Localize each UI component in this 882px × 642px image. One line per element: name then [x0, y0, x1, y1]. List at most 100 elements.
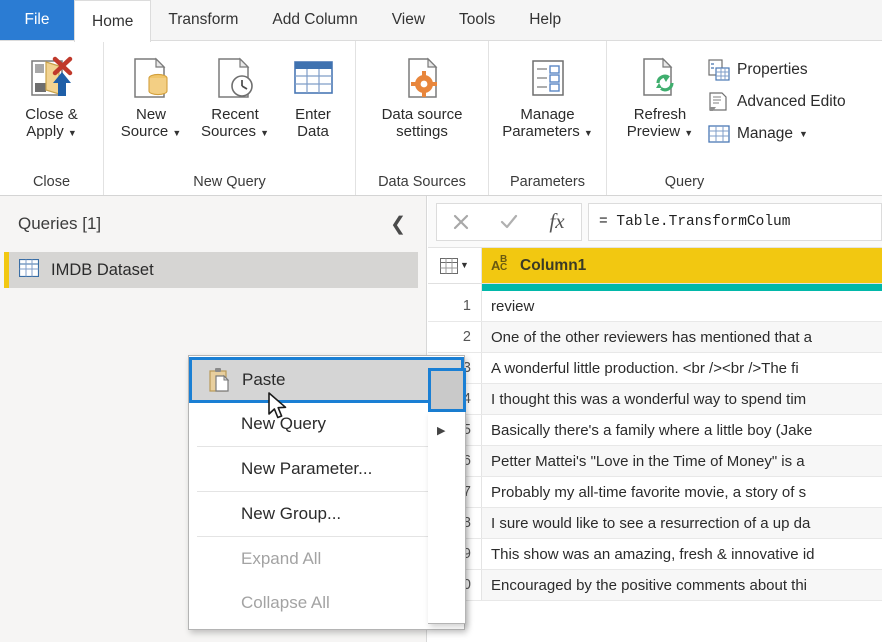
select-all-columns-button[interactable]: ▼: [428, 248, 482, 283]
data-source-settings-button[interactable]: Data source settings: [362, 48, 482, 140]
ribbon-tab-strip: File Home Transform Add Column View Tool…: [0, 0, 882, 42]
advanced-editor-icon: [707, 90, 731, 114]
recent-sources-icon: [213, 52, 257, 104]
ribbon-group-data-sources-label: Data Sources: [378, 174, 466, 190]
new-source-icon: [129, 52, 173, 104]
power-query-editor-window: File Home Transform Add Column View Tool…: [0, 0, 882, 642]
chevron-down-icon[interactable]: ▼: [684, 128, 693, 138]
accept-formula-button[interactable]: [485, 204, 533, 240]
row-cell-column1[interactable]: Encouraged by the positive comments abou…: [482, 570, 882, 600]
fx-icon: fx: [549, 209, 565, 233]
table-row[interactable]: 5 Basically there's a family where a lit…: [428, 415, 882, 446]
context-menu-item-collapse-all: Collapse All: [189, 581, 464, 625]
advanced-editor-label: Advanced Edito: [737, 93, 846, 110]
context-menu-item-new-group[interactable]: New Group...: [189, 492, 464, 536]
data-grid: ▼ ABC Column1 1 review 2 One of the othe…: [428, 248, 882, 601]
queries-title: Queries [1]: [18, 214, 102, 233]
row-cell-column1[interactable]: Basically there's a family where a littl…: [482, 415, 882, 445]
formula-bar: fx = Table.TransformColum: [428, 196, 882, 248]
tab-help[interactable]: Help: [512, 0, 578, 40]
ribbon-group-new-query: New Source ▼ Recent Sources ▼ Enter Data…: [104, 41, 356, 195]
tab-home[interactable]: Home: [74, 0, 152, 42]
column-header-label: Column1: [520, 256, 587, 274]
tab-transform[interactable]: Transform: [151, 0, 255, 40]
tab-tools[interactable]: Tools: [442, 0, 512, 40]
tab-transform-label: Transform: [168, 11, 239, 28]
manage-button[interactable]: Manage ▼: [703, 118, 850, 150]
row-cell-column1[interactable]: Probably my all-time favorite movie, a s…: [482, 477, 882, 507]
tab-add-column[interactable]: Add Column: [255, 0, 374, 40]
chevron-down-icon[interactable]: ▼: [260, 128, 269, 138]
chevron-down-icon[interactable]: ▼: [799, 129, 808, 139]
tab-view[interactable]: View: [375, 0, 442, 40]
enter-data-label-1: Enter: [295, 106, 331, 123]
enter-data-button[interactable]: Enter Data: [278, 48, 348, 140]
manage-label: Manage: [737, 125, 794, 142]
tab-home-label: Home: [92, 12, 134, 30]
chevron-down-icon[interactable]: ▼: [172, 128, 181, 138]
ribbon-group-close-label: Close: [32, 174, 71, 190]
ribbon-group-close: Close & Apply ▼ Close: [0, 41, 104, 195]
tab-file[interactable]: File: [0, 0, 74, 40]
table-row[interactable]: 3 A wonderful little production. <br /><…: [428, 353, 882, 384]
formula-input[interactable]: = Table.TransformColum: [588, 202, 882, 241]
check-icon: [500, 214, 518, 228]
row-cell-column1[interactable]: I thought this was a wonderful way to sp…: [482, 384, 882, 414]
ribbon-group-query-label: Query: [664, 174, 705, 190]
table-row[interactable]: 7 Probably my all-time favorite movie, a…: [428, 477, 882, 508]
new-source-label-2: Source: [120, 123, 169, 140]
manage-parameters-button[interactable]: Manage Parameters ▼: [495, 48, 600, 140]
new-source-button[interactable]: New Source ▼: [110, 48, 192, 140]
properties-button[interactable]: Properties: [703, 54, 850, 86]
table-row[interactable]: 4 I thought this was a wonderful way to …: [428, 384, 882, 415]
row-number: 1: [428, 291, 482, 321]
row-cell-column1[interactable]: One of the other reviewers has mentioned…: [482, 322, 882, 352]
table-row[interactable]: 10 Encouraged by the positive comments a…: [428, 570, 882, 601]
row-cell-column1[interactable]: review: [482, 291, 882, 321]
table-icon: [18, 258, 40, 282]
tab-file-label: File: [24, 11, 50, 28]
table-row[interactable]: 6 Petter Mattei's "Love in the Time of M…: [428, 446, 882, 477]
data-source-settings-label-2: settings: [396, 123, 448, 140]
context-menu-item-new-parameter[interactable]: New Parameter...: [189, 447, 464, 491]
row-cell-column1[interactable]: This show was an amazing, fresh & innova…: [482, 539, 882, 569]
close-and-apply-button[interactable]: Close & Apply ▼: [6, 48, 97, 140]
tab-add-column-label: Add Column: [272, 11, 358, 28]
close-icon: [453, 214, 469, 229]
mouse-cursor: [268, 392, 290, 427]
query-list-item-imdb-dataset[interactable]: IMDB Dataset: [4, 252, 418, 288]
chevron-down-icon[interactable]: ▼: [68, 128, 77, 138]
context-menu-edge-body: [428, 412, 466, 624]
recent-sources-label-1: Recent: [211, 106, 259, 123]
refresh-preview-button[interactable]: Refresh Preview ▼: [617, 48, 703, 140]
data-source-settings-icon: [399, 52, 445, 104]
manage-icon: [707, 122, 731, 146]
advanced-editor-button[interactable]: Advanced Edito: [703, 86, 850, 118]
context-menu-item-paste[interactable]: Paste: [189, 357, 464, 403]
insert-step-button[interactable]: fx: [533, 204, 581, 240]
chevron-down-icon[interactable]: ▼: [460, 261, 469, 270]
formula-text: = Table.TransformColum: [599, 213, 791, 230]
data-preview-pane: fx = Table.TransformColum ▼ A B C Column…: [428, 196, 882, 642]
chevron-down-icon[interactable]: ▼: [584, 128, 593, 138]
row-cell-column1[interactable]: A wonderful little production. <br /><br…: [482, 353, 882, 383]
tab-tools-label: Tools: [459, 11, 496, 28]
row-cell-column1[interactable]: Petter Mattei's "Love in the Time of Mon…: [482, 446, 882, 476]
close-and-apply-label-1: Close &: [25, 106, 78, 123]
column-quality-bar: [428, 284, 882, 291]
table-row[interactable]: 2 One of the other reviewers has mention…: [428, 322, 882, 353]
ribbon-group-data-sources: Data source settings Data Sources: [356, 41, 489, 195]
row-cell-column1[interactable]: I sure would like to see a resurrection …: [482, 508, 882, 538]
abc-text-type-icon[interactable]: ABC: [491, 254, 513, 273]
recent-sources-button[interactable]: Recent Sources ▼: [192, 48, 278, 140]
column-header-column1[interactable]: ABC Column1: [482, 248, 882, 283]
table-row[interactable]: 1 review: [428, 291, 882, 322]
submenu-arrow-icon: ▶: [437, 425, 446, 437]
table-row[interactable]: 9 This show was an amazing, fresh & inno…: [428, 539, 882, 570]
context-menu-item-new-query[interactable]: New Query ▶: [189, 402, 464, 446]
context-menu-item-expand-all: Expand All: [189, 537, 464, 581]
ribbon-group-query: Refresh Preview ▼ Properties Advanced Ed…: [607, 41, 882, 195]
cancel-formula-button[interactable]: [437, 204, 485, 240]
table-row[interactable]: 8 I sure would like to see a resurrectio…: [428, 508, 882, 539]
chevron-left-icon[interactable]: ❮: [384, 213, 412, 236]
